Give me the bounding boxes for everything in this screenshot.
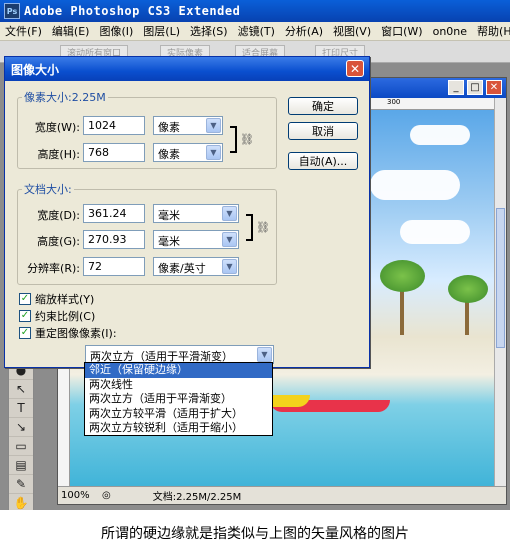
constrain-label: 约束比例(C) <box>35 310 96 323</box>
menu-analysis[interactable]: 分析(A) <box>280 23 328 39</box>
resample-image-checkbox[interactable]: ✓ 重定图像像素(I): <box>19 325 117 341</box>
constrain-proportions-checkbox[interactable]: ✓ 约束比例(C) <box>19 308 95 324</box>
doc-height-unit: 毫米 <box>158 235 180 248</box>
status-icon[interactable]: ◎ <box>102 490 111 501</box>
chevron-down-icon[interactable]: ▼ <box>222 206 237 221</box>
caption-text: 所谓的硬边缘就是指类似与上图的矢量风格的图片 <box>0 510 510 555</box>
image-size-dialog: 图像大小 ✕ 像素大小:2.25M 宽度(W): 1024 像素 ▼ 高度(H)… <box>4 56 370 368</box>
pixel-height-input[interactable]: 768 <box>83 143 145 162</box>
resample-option-bicubic-sharper[interactable]: 两次立方较锐利（适用于缩小） <box>85 421 272 436</box>
status-bar: 100% ◎ 文档:2.25M/2.25M <box>58 486 506 504</box>
pixel-height-label: 高度(H): <box>37 148 80 161</box>
menu-bar: 文件(F) 编辑(E) 图像(I) 图层(L) 选择(S) 滤镜(T) 分析(A… <box>0 22 510 41</box>
pixel-width-unit-select[interactable]: 像素 ▼ <box>153 116 223 135</box>
resolution-unit: 像素/英寸 <box>158 262 206 275</box>
doc-height-input[interactable]: 270.93 <box>83 230 145 249</box>
chain-link-icon: ⛓ <box>256 221 270 234</box>
notes-tool-icon[interactable]: ▤ <box>9 456 33 475</box>
dialog-title-bar[interactable]: 图像大小 <box>5 57 369 81</box>
path-select-icon[interactable]: ↖ <box>9 380 33 399</box>
checkmark-icon: ✓ <box>19 293 31 305</box>
ok-button[interactable]: 确定 <box>288 97 358 115</box>
chevron-down-icon[interactable]: ▼ <box>222 259 237 274</box>
menu-edit[interactable]: 编辑(E) <box>47 23 95 39</box>
doc-height-unit-select[interactable]: 毫米 ▼ <box>153 230 239 249</box>
chevron-down-icon[interactable]: ▼ <box>206 118 221 133</box>
resample-label: 重定图像像素(I): <box>35 327 117 340</box>
eyedropper-icon[interactable]: ✎ <box>9 475 33 494</box>
menu-help[interactable]: 帮助(H) <box>472 23 510 39</box>
checkmark-icon: ✓ <box>19 327 31 339</box>
pixel-height-unit-select[interactable]: 像素 ▼ <box>153 143 223 162</box>
scale-styles-label: 缩放样式(Y) <box>35 293 95 306</box>
chevron-down-icon[interactable]: ▼ <box>222 232 237 247</box>
app-title-bar: Ps Adobe Photoshop CS3 Extended <box>0 0 510 22</box>
zoom-level[interactable]: 100% <box>58 490 102 501</box>
minimize-icon[interactable]: _ <box>448 80 464 95</box>
cloud-shape <box>410 125 470 145</box>
cancel-button[interactable]: 取消 <box>288 122 358 140</box>
doc-width-unit: 毫米 <box>158 209 180 222</box>
menu-file[interactable]: 文件(F) <box>0 23 47 39</box>
vertical-scrollbar[interactable] <box>494 98 506 488</box>
doc-width-label: 宽度(D): <box>37 209 80 222</box>
resolution-unit-select[interactable]: 像素/英寸 ▼ <box>153 257 239 276</box>
type-tool-icon[interactable]: T <box>9 399 33 418</box>
app-title: Adobe Photoshop CS3 Extended <box>24 4 241 18</box>
doc-size-info[interactable]: 文档:2.25M/2.25M <box>153 488 242 503</box>
resample-option-bilinear[interactable]: 两次线性 <box>85 378 272 393</box>
palm-leaves <box>380 260 425 292</box>
ruler-mark-label: 300 <box>387 98 401 106</box>
pixel-width-unit: 像素 <box>158 121 180 134</box>
menu-select[interactable]: 选择(S) <box>185 23 233 39</box>
menu-image[interactable]: 图像(I) <box>94 23 138 39</box>
resample-option-nearest[interactable]: 邻近（保留硬边缘） <box>85 363 272 378</box>
document-size-legend: 文档大小: <box>24 183 72 196</box>
auto-button[interactable]: 自动(A)... <box>288 152 358 170</box>
resample-option-bicubic-smoother[interactable]: 两次立方较平滑（适用于扩大） <box>85 407 272 422</box>
link-bracket <box>230 126 237 153</box>
menu-layer[interactable]: 图层(L) <box>138 23 185 39</box>
cloud-shape <box>370 170 460 200</box>
pixel-width-input[interactable]: 1024 <box>83 116 145 135</box>
menu-window[interactable]: 窗口(W) <box>376 23 427 39</box>
cloud-shape <box>400 220 470 244</box>
resample-method-dropdown: 邻近（保留硬边缘） 两次线性 两次立方（适用于平滑渐变） 两次立方较平滑（适用于… <box>84 362 273 436</box>
pixel-height-unit: 像素 <box>158 148 180 161</box>
close-icon[interactable]: ✕ <box>346 60 364 77</box>
doc-height-label: 高度(G): <box>37 235 80 248</box>
link-bracket <box>246 214 253 241</box>
resolution-label: 分辨率(R): <box>27 262 80 275</box>
pixel-width-label: 宽度(W): <box>34 121 80 134</box>
chevron-down-icon[interactable]: ▼ <box>257 347 272 362</box>
direct-select-icon[interactable]: ↘ <box>9 418 33 437</box>
doc-width-unit-select[interactable]: 毫米 ▼ <box>153 204 239 223</box>
menu-onone[interactable]: on0ne <box>428 25 472 38</box>
photoshop-logo-icon: Ps <box>4 3 20 19</box>
chevron-down-icon[interactable]: ▼ <box>206 145 221 160</box>
shape-tool-icon[interactable]: ▭ <box>9 437 33 456</box>
chain-link-icon: ⛓ <box>240 133 254 146</box>
palm-leaves <box>448 275 488 303</box>
resolution-input[interactable]: 72 <box>83 257 145 276</box>
resample-option-bicubic[interactable]: 两次立方（适用于平滑渐变） <box>85 392 272 407</box>
menu-view[interactable]: 视图(V) <box>328 23 376 39</box>
scrollbar-thumb[interactable] <box>496 208 505 348</box>
checkmark-icon: ✓ <box>19 310 31 322</box>
maximize-icon[interactable]: □ <box>467 80 483 95</box>
close-icon[interactable]: ✕ <box>486 80 502 95</box>
scale-styles-checkbox[interactable]: ✓ 缩放样式(Y) <box>19 291 94 307</box>
menu-filter[interactable]: 滤镜(T) <box>233 23 280 39</box>
doc-width-input[interactable]: 361.24 <box>83 204 145 223</box>
pixel-dimensions-legend: 像素大小:2.25M <box>24 91 106 104</box>
dialog-title: 图像大小 <box>11 62 60 77</box>
